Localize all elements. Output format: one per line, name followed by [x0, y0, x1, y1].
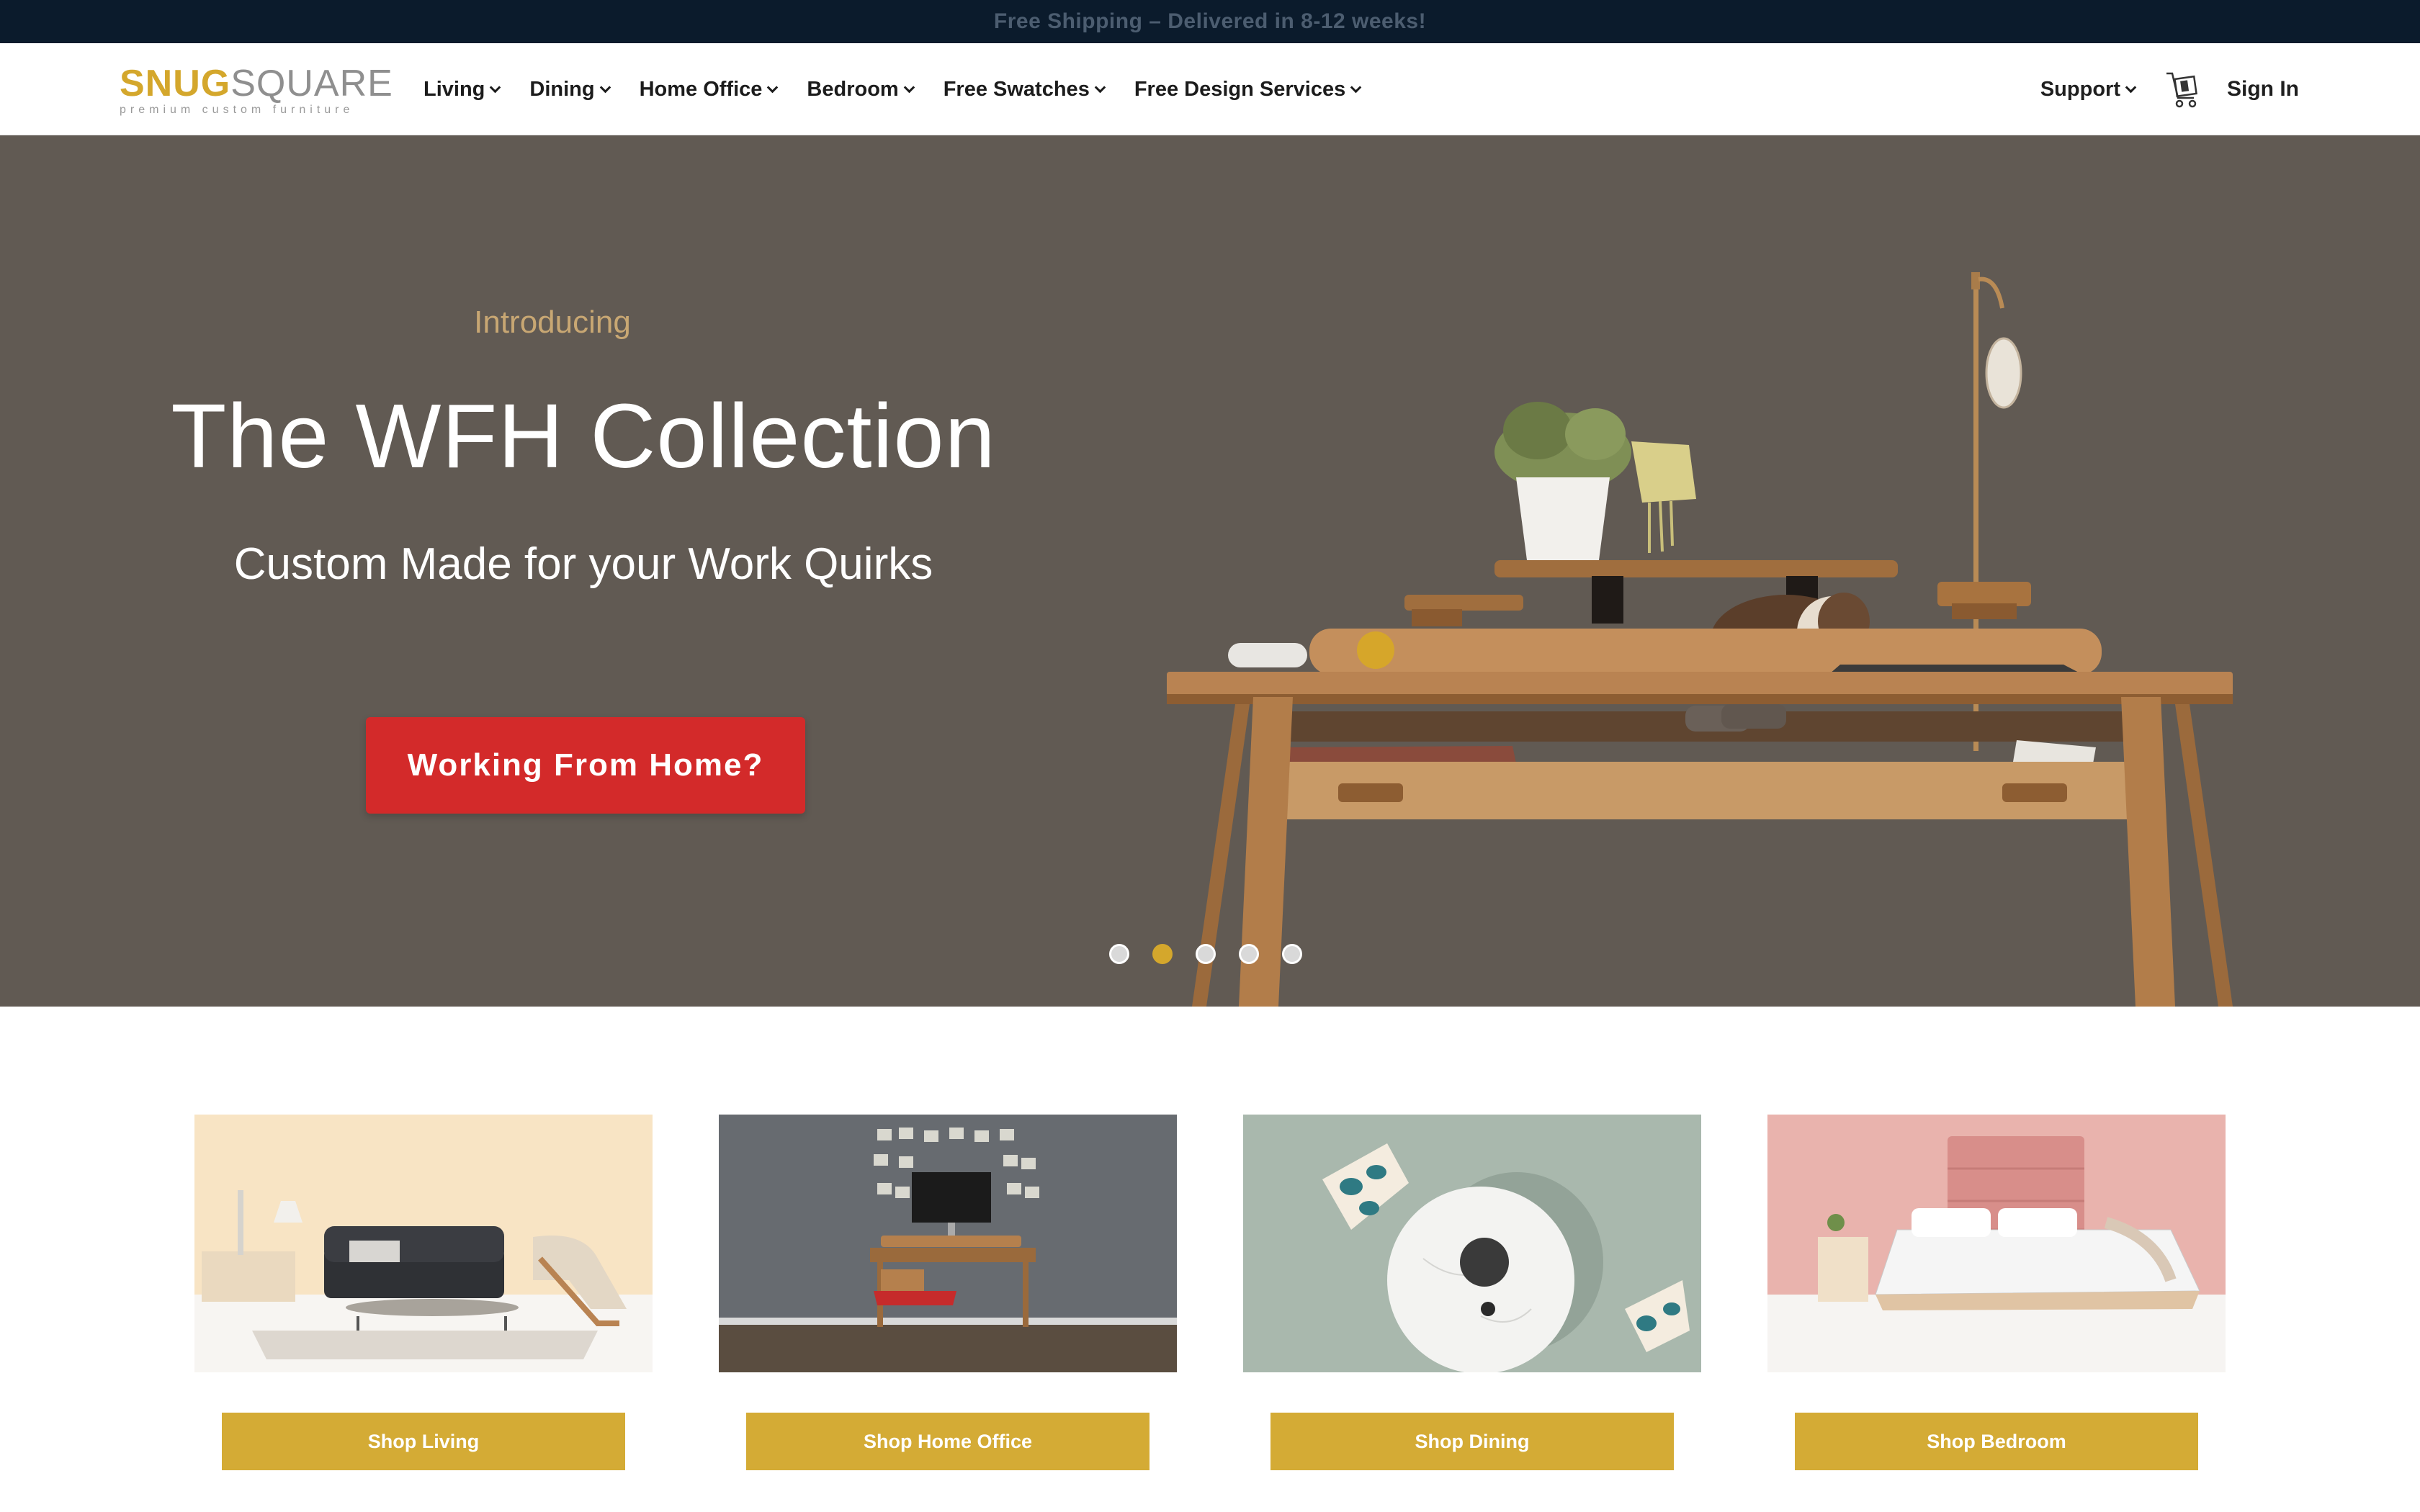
hero-carousel: Introducing The WFH Collection Custom Ma…	[0, 135, 2420, 1007]
main-navbar: SNUGSQUARE premium custom furniture Livi…	[0, 43, 2420, 135]
home-office-image[interactable]	[719, 1115, 1177, 1372]
category-card-home-office: Shop Home Office	[719, 1115, 1177, 1470]
brand-logo[interactable]: SNUGSQUARE premium custom furniture	[120, 63, 393, 116]
shop-living-button[interactable]: Shop Living	[222, 1413, 625, 1470]
chevron-down-icon	[490, 81, 501, 93]
carousel-dot-5[interactable]	[1282, 944, 1302, 964]
dining-image[interactable]	[1243, 1115, 1701, 1372]
chevron-down-icon	[599, 81, 611, 93]
category-card-living: Shop Living	[194, 1115, 653, 1470]
category-card-dining: Shop Dining	[1243, 1115, 1701, 1470]
living-room-image[interactable]	[194, 1115, 653, 1372]
carousel-dot-1[interactable]	[1109, 944, 1129, 964]
carousel-dots	[1109, 944, 1325, 964]
carousel-dot-2[interactable]	[1152, 944, 1173, 964]
cart-icon[interactable]	[2165, 69, 2200, 109]
account-nav: Support Sign In	[2040, 43, 2299, 135]
hero-subtitle: Custom Made for your Work Quirks	[233, 539, 933, 589]
shop-bedroom-button[interactable]: Shop Bedroom	[1795, 1413, 2198, 1470]
category-section: Shop Living Shop Home Office Shop Dining…	[0, 1007, 2420, 1512]
hero-cta-button[interactable]: Working From Home?	[366, 717, 805, 814]
shop-dining-button[interactable]: Shop Dining	[1270, 1413, 1674, 1470]
chevron-down-icon	[1094, 81, 1106, 93]
chevron-down-icon	[2125, 81, 2137, 93]
chevron-down-icon	[903, 81, 915, 93]
logo-wordmark: SNUGSQUARE	[120, 63, 393, 104]
carousel-dot-4[interactable]	[1239, 944, 1259, 964]
nav-item-home-office[interactable]: Home Office	[640, 78, 779, 102]
support-menu[interactable]: Support	[2040, 78, 2137, 102]
logo-tagline: premium custom furniture	[120, 104, 354, 116]
bedroom-image[interactable]	[1767, 1115, 2226, 1372]
chevron-down-icon	[1350, 81, 1362, 93]
hero-title: The WFH Collection	[171, 385, 996, 487]
category-card-bedroom: Shop Bedroom	[1767, 1115, 2226, 1470]
nav-item-bedroom[interactable]: Bedroom	[807, 78, 915, 102]
shop-home-office-button[interactable]: Shop Home Office	[746, 1413, 1150, 1470]
primary-menu: Living Dining Home Office Bedroom Free S…	[424, 43, 1390, 135]
hero-intro: Introducing	[474, 305, 631, 340]
announcement-bar: Free Shipping – Delivered in 8-12 weeks!	[0, 0, 2420, 43]
nav-item-dining[interactable]: Dining	[529, 78, 611, 102]
hero-desk-image	[1167, 272, 2233, 1007]
chevron-down-icon	[767, 81, 779, 93]
sign-in-link[interactable]: Sign In	[2227, 77, 2299, 102]
nav-item-free-design-services[interactable]: Free Design Services	[1134, 78, 1362, 102]
nav-item-free-swatches[interactable]: Free Swatches	[944, 78, 1106, 102]
nav-item-living[interactable]: Living	[424, 78, 501, 102]
carousel-dot-3[interactable]	[1196, 944, 1216, 964]
announcement-text: Free Shipping – Delivered in 8-12 weeks!	[993, 9, 1427, 33]
